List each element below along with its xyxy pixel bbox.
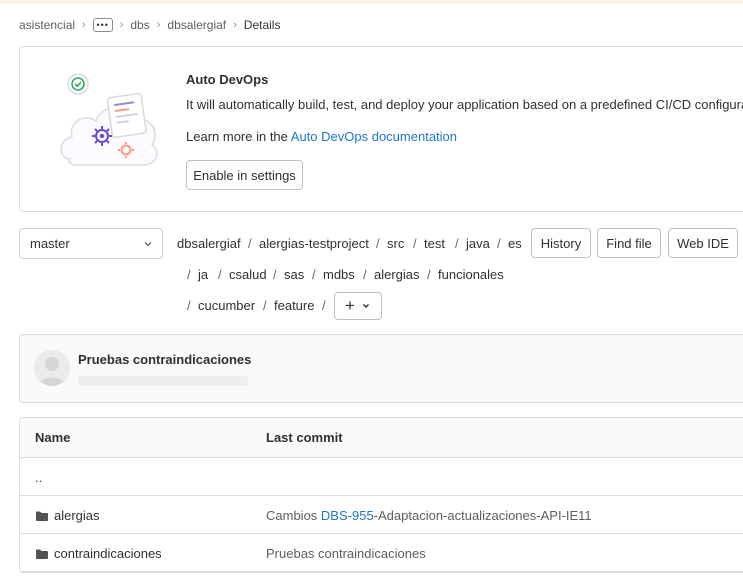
branch-name: master <box>30 236 70 251</box>
path-separator: / <box>312 267 316 282</box>
path-item[interactable]: funcionales <box>438 267 504 282</box>
table-row[interactable]: contraindicaciones Pruebas contraindicac… <box>20 534 743 572</box>
commit-message-suffix: -Adaptacion-actualizaciones-API-IE11 <box>373 508 592 523</box>
folder-icon <box>36 511 48 521</box>
file-tree-table: Name Last commit .. alergias Cambios DBS… <box>19 417 743 573</box>
issue-link[interactable]: DBS-955 <box>321 508 374 523</box>
devops-documentation-link[interactable]: Auto DevOps documentation <box>291 129 457 144</box>
learn-more-text: Learn more in the <box>186 129 291 144</box>
path-item[interactable]: cucumber <box>198 298 255 313</box>
path-item[interactable]: mdbs <box>323 267 355 282</box>
commit-message-prefix: Cambios <box>266 508 321 523</box>
chevron-down-icon <box>144 242 152 247</box>
avatar[interactable] <box>34 350 70 386</box>
path-separator: / <box>248 236 252 251</box>
commit-message-cell: Pruebas contraindicaciones <box>266 546 426 561</box>
branch-dropdown[interactable]: master <box>19 228 163 259</box>
path-item[interactable]: alergias-testproject <box>259 236 369 251</box>
chevron-right-icon: › <box>119 19 124 31</box>
find-file-button[interactable]: Find file <box>597 228 661 258</box>
path-separator: / <box>218 267 222 282</box>
commit-title[interactable]: Pruebas contraindicaciones <box>78 352 251 367</box>
path-separator: / <box>322 298 326 313</box>
file-name[interactable]: contraindicaciones <box>54 546 162 561</box>
file-name-cell[interactable]: contraindicaciones <box>35 546 162 561</box>
devops-title: Auto DevOps <box>186 72 269 87</box>
chevron-right-icon: › <box>82 19 86 31</box>
column-header-name: Name <box>35 430 71 445</box>
path-separator: / <box>187 298 191 313</box>
path-item[interactable]: ja <box>198 267 208 282</box>
commit-message[interactable]: Pruebas contraindicaciones <box>266 546 426 561</box>
path-separator: / <box>363 267 367 282</box>
web-ide-button[interactable]: Web IDE <box>668 228 738 258</box>
path-item[interactable]: sas <box>284 267 304 282</box>
breadcrumb-more-button[interactable]: ••• <box>92 18 113 32</box>
path-item[interactable]: alergias <box>374 267 420 282</box>
path-separator: / <box>263 298 267 313</box>
path-separator: / <box>187 267 191 282</box>
plus-icon: + <box>345 296 355 315</box>
path-item[interactable]: csalud <box>229 267 267 282</box>
file-name-cell[interactable]: alergias <box>35 508 100 523</box>
path-item[interactable]: feature <box>274 298 314 313</box>
breadcrumb-item-group[interactable]: asistencial <box>19 18 75 32</box>
path-separator: / <box>497 236 501 251</box>
top-strip <box>0 0 743 4</box>
parent-directory-link[interactable]: .. <box>35 470 42 485</box>
chevron-down-icon <box>362 303 369 309</box>
path-item[interactable]: java <box>466 236 490 251</box>
path-separator: / <box>376 236 380 251</box>
chevron-right-icon: › <box>233 19 237 31</box>
table-row[interactable]: alergias Cambios DBS-955-Adaptacion-actu… <box>20 496 743 534</box>
path-item[interactable]: dbsalergiaf <box>177 236 241 251</box>
path-separator: / <box>427 267 431 282</box>
auto-devops-banner: Auto DevOps It will automatically build,… <box>19 46 743 212</box>
path-separator: / <box>455 236 459 251</box>
user-avatar-icon <box>39 357 65 386</box>
table-header: Name Last commit <box>20 418 743 458</box>
path-item[interactable]: test <box>424 236 445 251</box>
commit-message-cell: Cambios DBS-955-Adaptacion-actualizacion… <box>266 508 592 523</box>
breadcrumb-current[interactable]: Details <box>244 18 281 32</box>
breadcrumb-item-project[interactable]: dbsalergiaf <box>167 18 226 32</box>
column-header-last-commit: Last commit <box>266 430 343 445</box>
commit-author-redacted <box>78 376 248 386</box>
folder-icon <box>36 549 48 559</box>
file-name[interactable]: alergias <box>54 508 100 523</box>
devops-learn-more: Learn more in the Auto DevOps documentat… <box>186 129 457 144</box>
add-to-tree-dropdown[interactable]: + <box>334 292 382 320</box>
chevron-right-icon: › <box>156 19 161 31</box>
path-item[interactable]: es <box>508 236 522 251</box>
enable-in-settings-button[interactable]: Enable in settings <box>186 160 303 190</box>
history-button[interactable]: History <box>531 228 591 258</box>
path-separator: / <box>273 267 277 282</box>
table-row-parent[interactable]: .. <box>20 458 743 496</box>
last-commit-box: Pruebas contraindicaciones <box>19 334 743 403</box>
devops-illustration-icon <box>60 73 158 166</box>
devops-description: It will automatically build, test, and d… <box>186 97 743 112</box>
path-separator: / <box>413 236 417 251</box>
path-item[interactable]: src <box>387 236 404 251</box>
breadcrumb: asistencial › ••• › dbs › dbsalergiaf › … <box>19 17 280 33</box>
breadcrumb-item-subgroup[interactable]: dbs <box>130 18 149 32</box>
